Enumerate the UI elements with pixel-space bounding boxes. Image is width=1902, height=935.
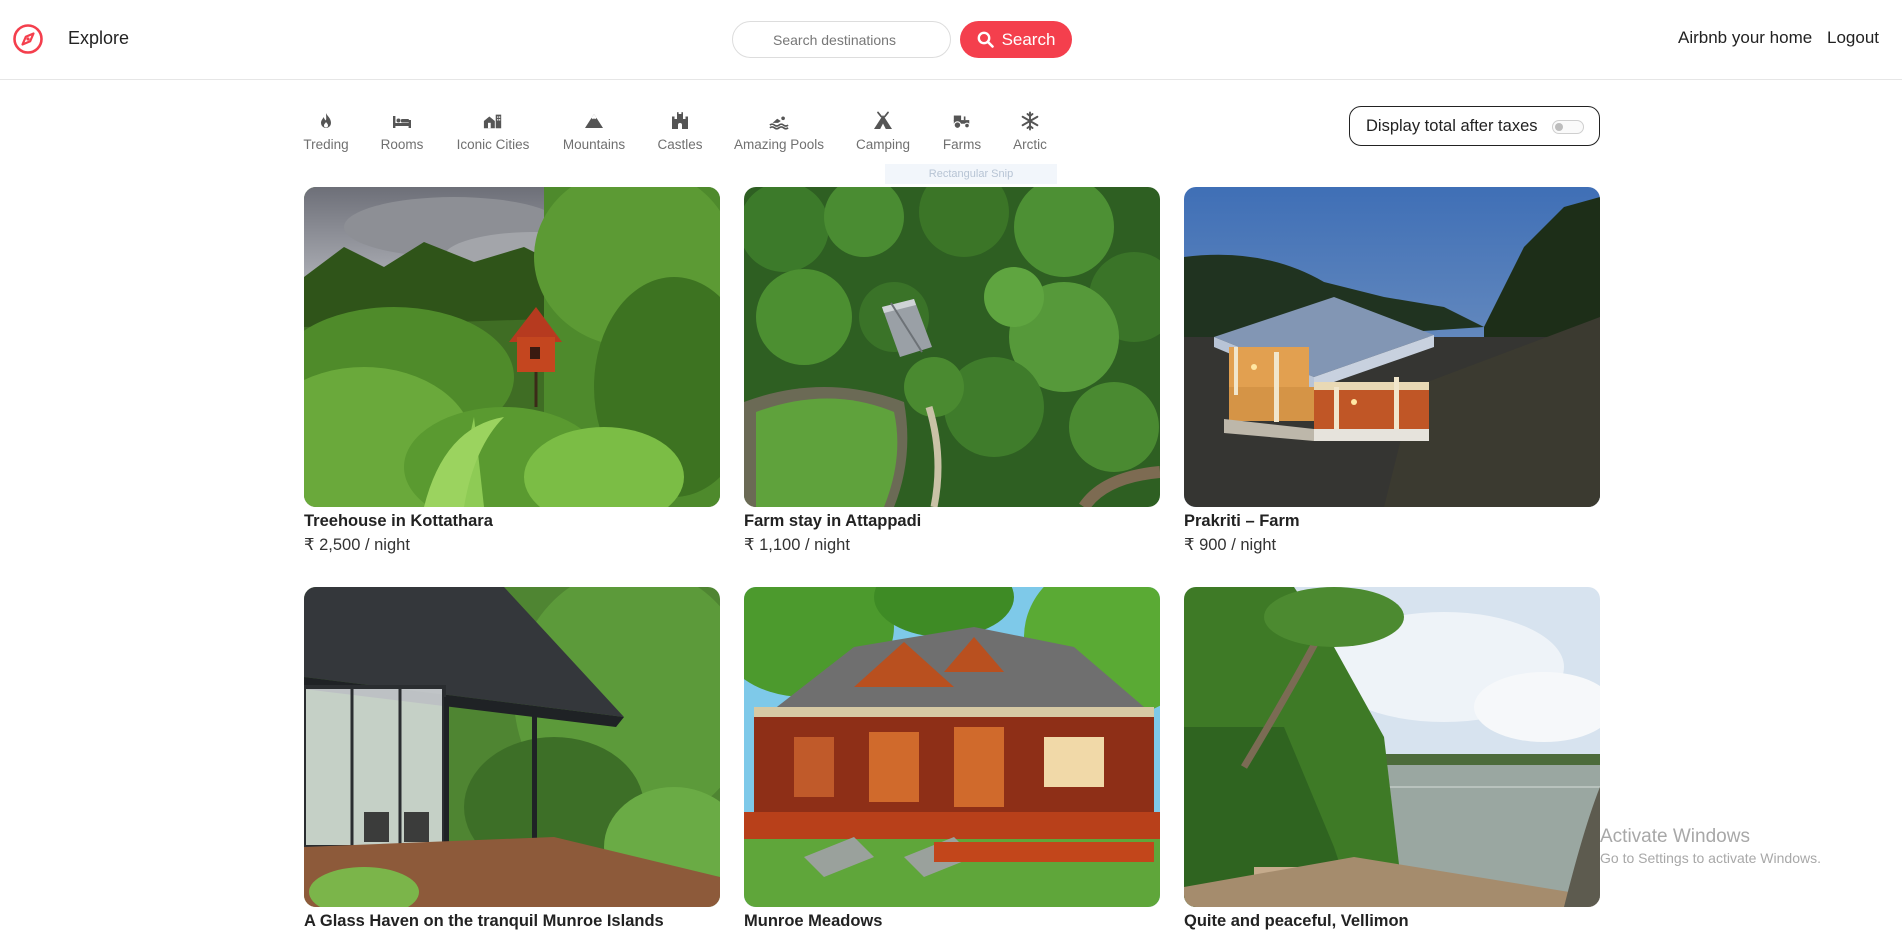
filter-camping[interactable]: Camping xyxy=(854,111,912,152)
filter-label: Castles xyxy=(657,137,703,152)
filter-trending[interactable]: Treding xyxy=(303,111,349,152)
filter-label: Farms xyxy=(942,137,982,152)
listing-photo-treehouse[interactable] xyxy=(304,187,720,507)
watermark-line-1: Activate Windows xyxy=(1600,826,1750,847)
snip-tooltip: Rectangular Snip xyxy=(885,164,1057,184)
mountain-icon xyxy=(585,114,603,128)
listing-card[interactable]: Quite and peaceful, Vellimon xyxy=(1184,587,1600,935)
listing-photo-prakriti[interactable] xyxy=(1184,187,1600,507)
filter-castles[interactable]: Castles xyxy=(657,111,703,152)
listing-card[interactable]: Prakriti – Farm ₹ 900 / night xyxy=(1184,187,1600,555)
logout-link[interactable]: Logout xyxy=(1827,28,1879,48)
listing-card[interactable]: Farm stay in Attappadi ₹ 1,100 / night xyxy=(744,187,1160,555)
tractor-icon xyxy=(953,115,970,129)
filter-label: Treding xyxy=(303,137,349,152)
filter-rooms[interactable]: Rooms xyxy=(380,111,424,152)
compass-logo-icon[interactable] xyxy=(12,23,44,55)
windows-activation-watermark: Activate Windows Go to Settings to activ… xyxy=(1600,826,1821,866)
listing-title: Prakriti – Farm xyxy=(1184,512,1300,530)
listing-card[interactable]: Munroe Meadows xyxy=(744,587,1160,935)
listing-title: Treehouse in Kottathara xyxy=(304,512,493,530)
filter-label: Amazing Pools xyxy=(733,137,825,152)
filter-mountains[interactable]: Mountains xyxy=(562,111,626,152)
search-input[interactable] xyxy=(732,21,951,58)
toggle-label: Display total after taxes xyxy=(1366,116,1538,135)
filter-label: Mountains xyxy=(562,137,626,152)
filter-iconic-cities[interactable]: Iconic Cities xyxy=(455,111,531,152)
airbnb-your-home-link[interactable]: Airbnb your home xyxy=(1678,28,1812,48)
swimmer-icon xyxy=(769,116,789,130)
search-icon xyxy=(977,31,994,48)
listing-title: Farm stay in Attappadi xyxy=(744,512,922,530)
listing-photo-glass-haven[interactable] xyxy=(304,587,720,907)
bed-icon xyxy=(393,116,411,128)
listing-title: Munroe Meadows xyxy=(744,912,883,930)
filter-label: Arctic xyxy=(1013,137,1047,152)
listing-photo-vellimon[interactable] xyxy=(1184,587,1600,907)
listing-photo-munroe-meadows[interactable] xyxy=(744,587,1160,907)
listing-card[interactable]: Treehouse in Kottathara ₹ 2,500 / night xyxy=(304,187,720,555)
navbar: Explore Search Airbnb your home Logout xyxy=(0,0,1902,80)
filter-arctic[interactable]: Arctic xyxy=(1011,111,1049,152)
filter-label: Iconic Cities xyxy=(456,137,530,152)
listing-price: ₹ 900 / night xyxy=(1184,536,1277,554)
fire-icon xyxy=(321,113,331,128)
listing-card[interactable]: A Glass Haven on the tranquil Munroe Isl… xyxy=(304,587,720,935)
snowflake-icon xyxy=(1021,111,1039,131)
search-button-label: Search xyxy=(1001,29,1056,49)
filter-amazing-pools[interactable]: Amazing Pools xyxy=(734,111,824,152)
display-total-toggle[interactable]: Display total after taxes xyxy=(1349,106,1600,146)
tent-icon xyxy=(874,111,892,129)
explore-link[interactable]: Explore xyxy=(68,28,129,49)
city-icon xyxy=(483,114,502,129)
toggle-knob xyxy=(1555,123,1563,131)
listing-title: Quite and peaceful, Vellimon xyxy=(1184,912,1409,930)
castle-icon xyxy=(672,112,688,129)
filter-farms[interactable]: Farms xyxy=(943,111,981,152)
listing-photo-farm-stay[interactable] xyxy=(744,187,1160,507)
listing-title: A Glass Haven on the tranquil Munroe Isl… xyxy=(304,912,664,930)
watermark-line-2: Go to Settings to activate Windows. xyxy=(1600,850,1821,866)
listing-price: ₹ 1,100 / night xyxy=(744,536,850,554)
filter-label: Camping xyxy=(855,137,911,152)
search-button[interactable]: Search xyxy=(960,21,1072,58)
filter-label: Rooms xyxy=(380,137,424,152)
toggle-switch[interactable] xyxy=(1552,120,1584,134)
listing-price: ₹ 2,500 / night xyxy=(304,536,410,554)
